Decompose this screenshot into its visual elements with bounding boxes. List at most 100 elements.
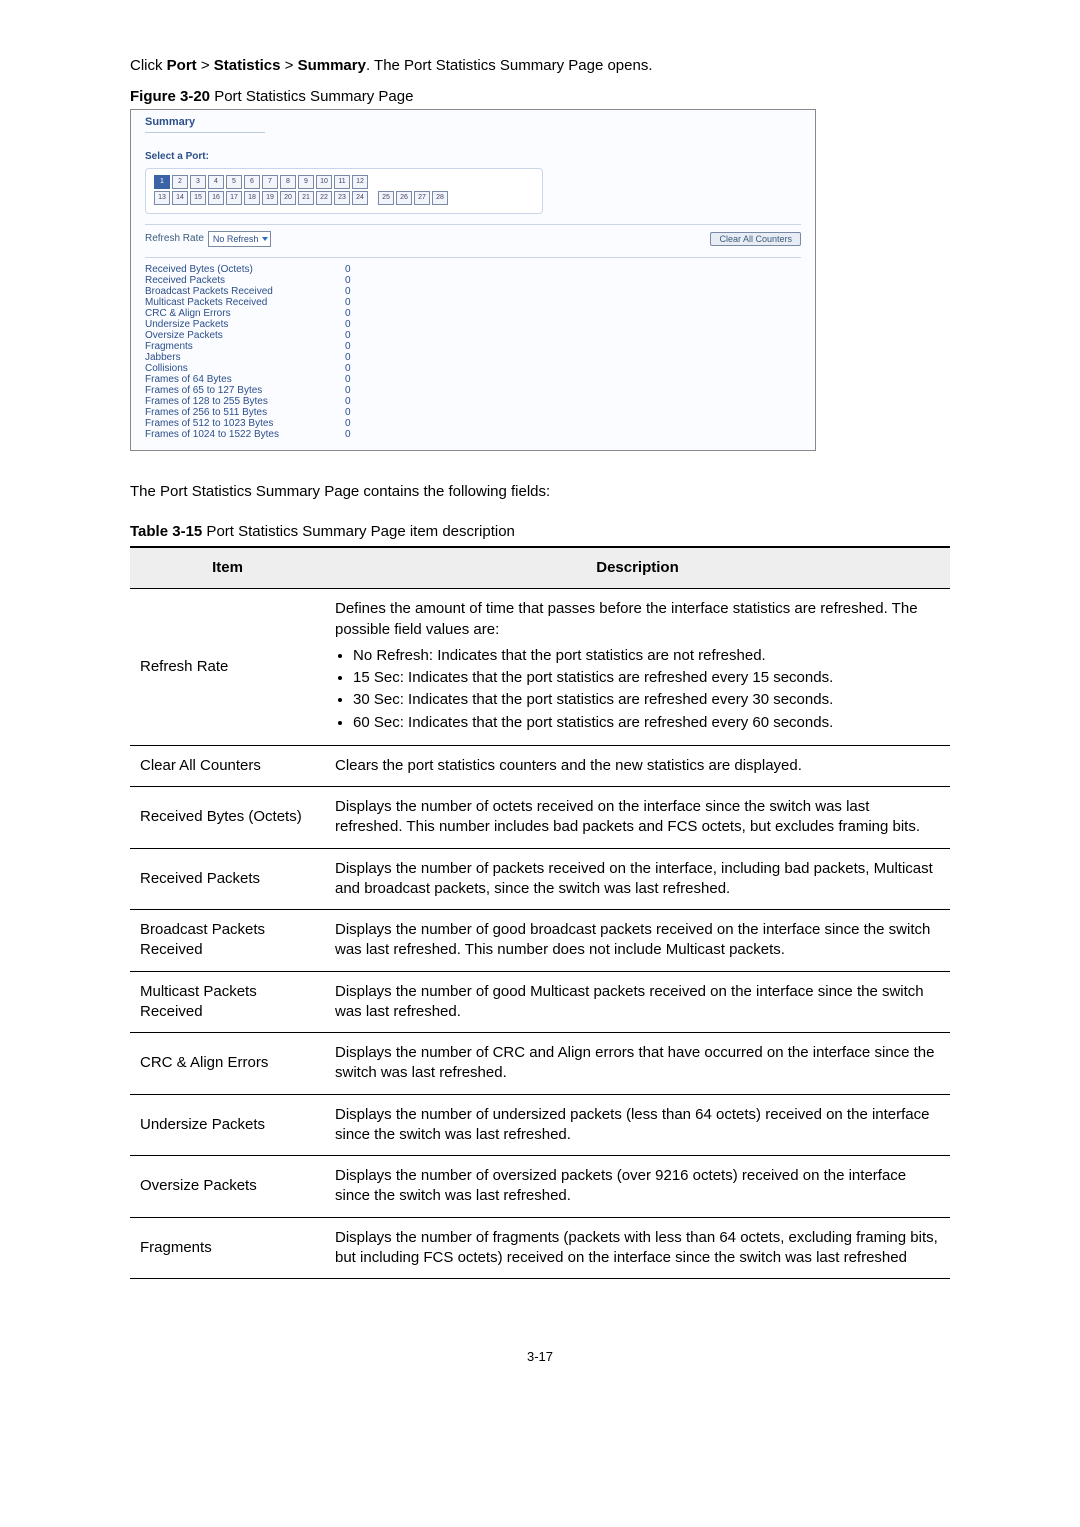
stat-row: Undersize Packets0 [145,319,801,330]
figure-caption: Figure 3-20 Port Statistics Summary Page [130,88,950,105]
intro-sep1: > [197,57,214,74]
description-cell: Displays the number of fragments (packet… [325,1217,950,1279]
intro-line: Click Port > Statistics > Summary. The P… [130,55,950,78]
page-number: 3-17 [130,1349,950,1364]
stat-label: Frames of 256 to 511 Bytes [145,407,345,418]
refresh-rate-select[interactable]: No Refresh [208,231,272,247]
stat-row: Collisions0 [145,363,801,374]
port-cell-6[interactable]: 6 [244,175,260,189]
intro-sep2: > [280,57,297,74]
stat-row: Frames of 64 Bytes0 [145,374,801,385]
stat-value: 0 [345,363,351,374]
port-cell-15[interactable]: 15 [190,191,206,205]
port-cell-24[interactable]: 24 [352,191,368,205]
port-cell-7[interactable]: 7 [262,175,278,189]
port-cell-13[interactable]: 13 [154,191,170,205]
port-cell-26[interactable]: 26 [396,191,412,205]
stat-value: 0 [345,374,351,385]
stat-label: Frames of 128 to 255 Bytes [145,396,345,407]
clear-all-counters-button[interactable]: Clear All Counters [710,232,801,246]
description-cell: Displays the number of packets received … [325,848,950,910]
port-cell-8[interactable]: 8 [280,175,296,189]
intro-paragraph: The Port Statistics Summary Page contain… [130,481,950,504]
stat-value: 0 [345,352,351,363]
port-cell-25[interactable]: 25 [378,191,394,205]
stat-value: 0 [345,341,351,352]
port-cell-1[interactable]: 1 [154,175,170,189]
item-cell: Broadcast Packets Received [130,910,325,972]
port-cell-20[interactable]: 20 [280,191,296,205]
port-selector-panel: 123456789101112 131415161718192021222324… [145,168,543,214]
stat-row: CRC & Align Errors0 [145,308,801,319]
port-row-2: 131415161718192021222324 25262728 [154,191,534,205]
port-cell-19[interactable]: 19 [262,191,278,205]
stat-label: CRC & Align Errors [145,308,345,319]
port-cell-3[interactable]: 3 [190,175,206,189]
port-cell-5[interactable]: 5 [226,175,242,189]
stats-block: Received Bytes (Octets)0Received Packets… [145,264,801,440]
table-row: Broadcast Packets ReceivedDisplays the n… [130,910,950,972]
table-row: Oversize PacketsDisplays the number of o… [130,1156,950,1218]
port-cell-4[interactable]: 4 [208,175,224,189]
port-cell-22[interactable]: 22 [316,191,332,205]
port-cell-28[interactable]: 28 [432,191,448,205]
intro-summary: Summary [298,57,366,74]
description-cell: Clears the port statistics counters and … [325,745,950,786]
stat-row: Jabbers0 [145,352,801,363]
bullet-item: No Refresh: Indicates that the port stat… [353,646,940,666]
stat-value: 0 [345,308,351,319]
port-cell-17[interactable]: 17 [226,191,242,205]
stat-value: 0 [345,319,351,330]
stat-value: 0 [345,407,351,418]
intro-port: Port [167,57,197,74]
stat-row: Fragments0 [145,341,801,352]
description-intro: Defines the amount of time that passes b… [335,599,940,640]
stat-row: Frames of 256 to 511 Bytes0 [145,407,801,418]
intro-statistics: Statistics [214,57,281,74]
stat-value: 0 [345,418,351,429]
stat-label: Jabbers [145,352,345,363]
port-cell-23[interactable]: 23 [334,191,350,205]
port-cell-14[interactable]: 14 [172,191,188,205]
screenshot-panel: Summary Select a Port: 123456789101112 1… [130,109,816,451]
stat-label: Frames of 65 to 127 Bytes [145,385,345,396]
stat-value: 0 [345,429,351,440]
port-cell-16[interactable]: 16 [208,191,224,205]
port-cell-27[interactable]: 27 [414,191,430,205]
stat-row: Frames of 65 to 127 Bytes0 [145,385,801,396]
port-cell-11[interactable]: 11 [334,175,350,189]
table-row: Received PacketsDisplays the number of p… [130,848,950,910]
port-cell-12[interactable]: 12 [352,175,368,189]
description-cell: Displays the number of oversized packets… [325,1156,950,1218]
table-head-item: Item [130,547,325,589]
stat-value: 0 [345,385,351,396]
item-cell: Multicast Packets Received [130,971,325,1033]
port-cell-10[interactable]: 10 [316,175,332,189]
port-cell-9[interactable]: 9 [298,175,314,189]
port-cell-2[interactable]: 2 [172,175,188,189]
divider-2 [145,257,801,258]
stat-label: Oversize Packets [145,330,345,341]
stat-row: Received Packets0 [145,275,801,286]
port-cell-21[interactable]: 21 [298,191,314,205]
stat-value: 0 [345,297,351,308]
stat-row: Frames of 128 to 255 Bytes0 [145,396,801,407]
description-cell: Displays the number of good broadcast pa… [325,910,950,972]
item-cell: Received Packets [130,848,325,910]
intro-prefix: Click [130,57,167,74]
stat-label: Frames of 1024 to 1522 Bytes [145,429,345,440]
table-caption-number: Table 3-15 [130,523,202,540]
select-port-label: Select a Port: [145,151,801,162]
stat-value: 0 [345,286,351,297]
refresh-line: Refresh Rate No Refresh Clear All Counte… [145,231,801,247]
item-cell: Undersize Packets [130,1094,325,1156]
item-cell: Oversize Packets [130,1156,325,1218]
stat-value: 0 [345,396,351,407]
stat-row: Broadcast Packets Received0 [145,286,801,297]
figure-caption-number: Figure 3-20 [130,88,210,105]
stat-label: Broadcast Packets Received [145,286,345,297]
port-cell-18[interactable]: 18 [244,191,260,205]
stat-row: Oversize Packets0 [145,330,801,341]
item-cell: Fragments [130,1217,325,1279]
refresh-rate-label: Refresh Rate [145,233,204,244]
